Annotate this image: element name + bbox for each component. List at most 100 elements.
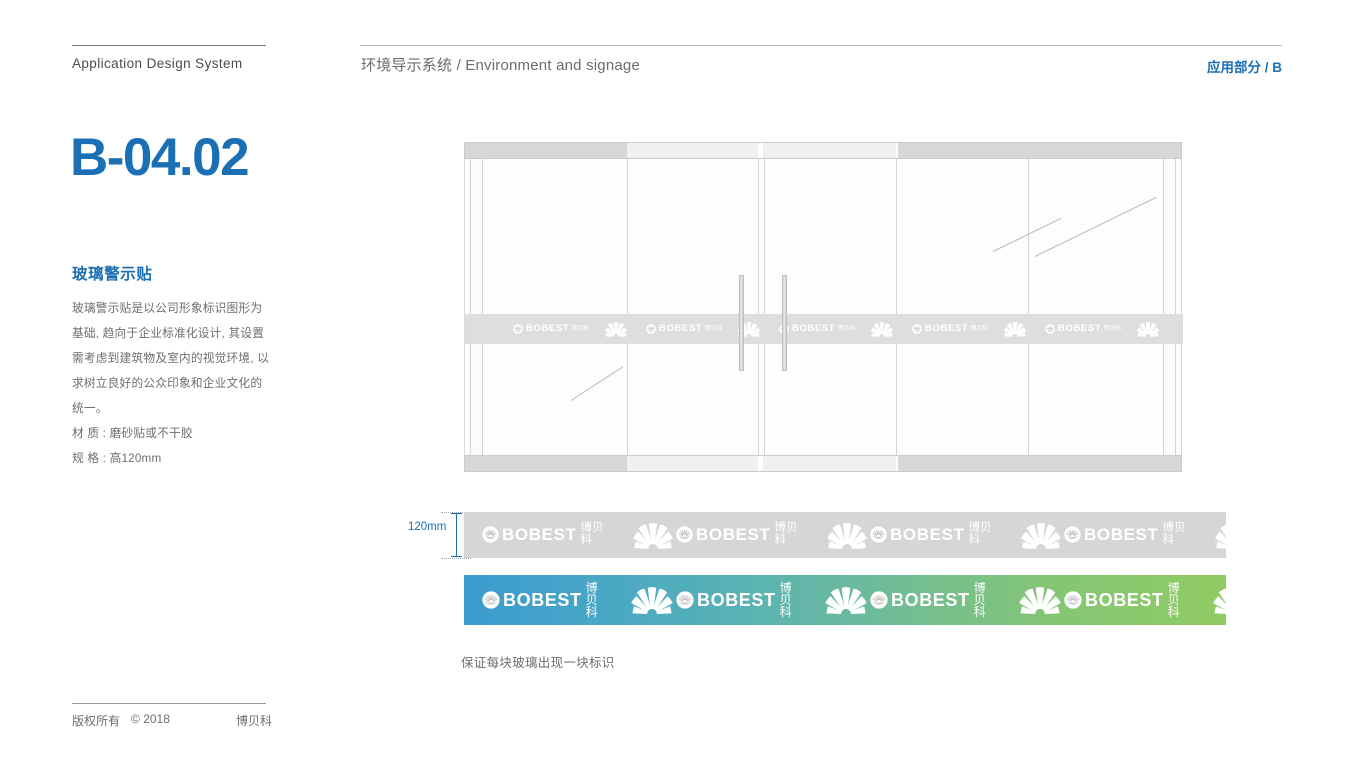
door-head-frame <box>464 142 1182 159</box>
page-title: 玻璃警示贴 <box>72 266 153 283</box>
page-code: B-04.02 <box>70 128 250 187</box>
company-name: 博贝科 <box>235 714 272 728</box>
sticker-strip-gradient: BOBEST 博贝科 BOBEST 博贝科 BOBEST 博贝科 BOBEST 博贝科 <box>464 575 1226 625</box>
fan-shell-emblem-icon <box>676 526 693 544</box>
brand-wordmark: BOBEST <box>696 525 771 545</box>
glass-door-elevation: BOBEST 博贝科 BOBEST 博贝科 BOBEST 博贝科 BOBEST 博贝科 BOBE… <box>464 142 1183 472</box>
mullion <box>764 159 765 455</box>
fan-burst-icon <box>630 521 676 550</box>
head-frame-segment <box>898 143 1181 158</box>
brand-wordmark: BOBEST <box>890 525 965 545</box>
brand-wordmark: BOBEST <box>891 590 970 610</box>
mullion <box>627 159 628 455</box>
brand-lockup: BOBEST 博贝科 <box>646 324 722 334</box>
sill-frame-segment <box>763 456 896 471</box>
head-frame-segment <box>627 143 758 158</box>
brand-cn-name: 博贝科 <box>704 325 723 332</box>
section-breadcrumb: 环境导示系统 / Environment and signage <box>361 57 641 74</box>
copyright-label: 版权所有 <box>72 714 121 728</box>
fan-burst-icon <box>1135 321 1161 337</box>
fan-shell-emblem-icon <box>513 324 523 334</box>
brand-lockup: BOBEST 博贝科 <box>1064 523 1186 546</box>
fan-burst-icon <box>824 521 870 550</box>
brand-wordmark: BOBEST <box>792 323 836 335</box>
brand-lockup-unit: BOBEST 博贝科 <box>1064 521 1226 550</box>
chapter-label: 应用部分 / B <box>1206 60 1282 75</box>
brand-lockup: BOBEST 博贝科 <box>513 324 589 334</box>
fan-shell-emblem-icon <box>482 591 500 609</box>
door-sill-frame <box>464 455 1182 472</box>
brand-lockup: BOBEST 博贝科 <box>912 324 988 334</box>
brand-lockup-unit: BOBEST 博贝科 <box>912 321 1045 337</box>
strip-logo-row: BOBEST 博贝科 BOBEST 博贝科 BOBEST 博贝科 BOBEST 博贝科 <box>464 512 1226 558</box>
brand-cn-name: 博贝科 <box>837 325 856 332</box>
brand-lockup-unit: BOBEST 博贝科 <box>676 582 870 618</box>
brand-lockup: BOBEST 博贝科 <box>870 523 992 546</box>
strip-logo-row: BOBEST 博贝科 BOBEST 博贝科 BOBEST 博贝科 BOBEST 博贝科 <box>464 575 1226 625</box>
fan-burst-icon <box>1212 521 1226 550</box>
brand-wordmark: BOBEST <box>1084 525 1159 545</box>
brand-wordmark: BOBEST <box>1058 323 1102 335</box>
reflection-line <box>570 366 624 401</box>
brand-lockup-unit: BOBEST 博贝科 <box>676 521 870 550</box>
head-frame-segment <box>763 143 896 158</box>
brand-wordmark: BOBEST <box>502 525 577 545</box>
sill-frame-segment <box>898 456 1181 471</box>
brand-lockup: BOBEST 博贝科 <box>870 582 990 618</box>
door-jamb-right <box>1163 159 1176 455</box>
brand-cn-name: 博贝科 <box>970 325 989 332</box>
fan-shell-emblem-icon <box>646 324 656 334</box>
brand-cn-name: 博贝科 <box>585 581 598 619</box>
glass-panel-area: BOBEST 博贝科 BOBEST 博贝科 BOBEST 博贝科 BOBEST 博贝科 BOBE… <box>464 159 1183 455</box>
fan-burst-icon <box>1210 585 1226 615</box>
dimension-cap-top <box>451 513 462 514</box>
dimension-label: 120mm <box>408 521 447 533</box>
brand-cn-name: 博贝科 <box>1167 581 1180 619</box>
fan-shell-emblem-icon <box>870 526 887 544</box>
brand-wordmark: BOBEST <box>526 323 570 335</box>
brand-wordmark: BOBEST <box>925 323 969 335</box>
brand-lockup-unit: BOBEST 博贝科 <box>779 321 912 337</box>
fan-shell-emblem-icon <box>1064 591 1082 609</box>
door-handle-right[interactable] <box>782 275 787 371</box>
fan-burst-icon <box>869 321 895 337</box>
brand-lockup-unit: BOBEST 博贝科 <box>646 321 779 337</box>
header-divider-right <box>360 45 1282 46</box>
copyright-mark: © 2018 <box>131 712 170 726</box>
brand-wordmark: BOBEST <box>1085 590 1164 610</box>
fan-burst-icon <box>1018 521 1064 550</box>
spec-size: 规 格 : 高120mm <box>72 452 162 465</box>
brand-lockup-unit: BOBEST 博贝科 <box>1064 582 1226 618</box>
fan-burst-icon <box>1002 321 1028 337</box>
spec-material: 材 质 : 磨砂贴或不干胶 <box>72 427 193 440</box>
fan-shell-emblem-icon <box>482 526 499 544</box>
frosted-warning-band: BOBEST 博贝科 BOBEST 博贝科 BOBEST 博贝科 BOBEST 博贝科 BOBE… <box>465 314 1183 344</box>
brand-lockup-unit: BOBEST 博贝科 <box>513 321 646 337</box>
brand-cn-name: 博贝科 <box>580 522 604 546</box>
brand-lockup-unit: BOBEST 博贝科 <box>870 521 1064 550</box>
brand-cn-name: 博贝科 <box>1162 522 1186 546</box>
brand-cn-name: 博贝科 <box>571 325 590 332</box>
sill-frame-segment <box>465 456 627 471</box>
brand-lockup-unit: BOBEST 博贝科 <box>482 521 676 550</box>
footer: 版权所有 © 2018 博贝科 <box>72 712 272 729</box>
brand-cn-name: 博贝科 <box>779 581 792 619</box>
brand-lockup: BOBEST 博贝科 <box>676 582 796 618</box>
figure-caption: 保证每块玻璃出现一块标识 <box>461 656 615 670</box>
footer-divider <box>72 703 266 704</box>
brand-wordmark: BOBEST <box>503 590 582 610</box>
brand-wordmark: BOBEST <box>659 323 703 335</box>
sticker-strip-frosted: BOBEST 博贝科 BOBEST 博贝科 BOBEST 博贝科 BOBEST 博贝科 <box>464 512 1226 558</box>
fan-burst-icon <box>1016 585 1064 615</box>
sill-frame-segment <box>627 456 758 471</box>
brand-lockup-unit: BOBEST 博贝科 <box>1045 321 1178 337</box>
reflection-line <box>1034 196 1157 257</box>
fan-shell-emblem-icon <box>912 324 922 334</box>
fan-burst-icon <box>822 585 870 615</box>
fan-shell-emblem-icon <box>1045 324 1055 334</box>
brand-lockup-unit: BOBEST 博贝科 <box>870 582 1064 618</box>
door-jamb-left <box>470 159 483 455</box>
description-block: 玻璃警示贴是以公司形象标识图形为基础, 趋向于企业标准化设计, 其设置需考虑到建… <box>72 296 272 471</box>
door-handle-left[interactable] <box>739 275 744 371</box>
brand-cn-name: 博贝科 <box>1103 325 1122 332</box>
